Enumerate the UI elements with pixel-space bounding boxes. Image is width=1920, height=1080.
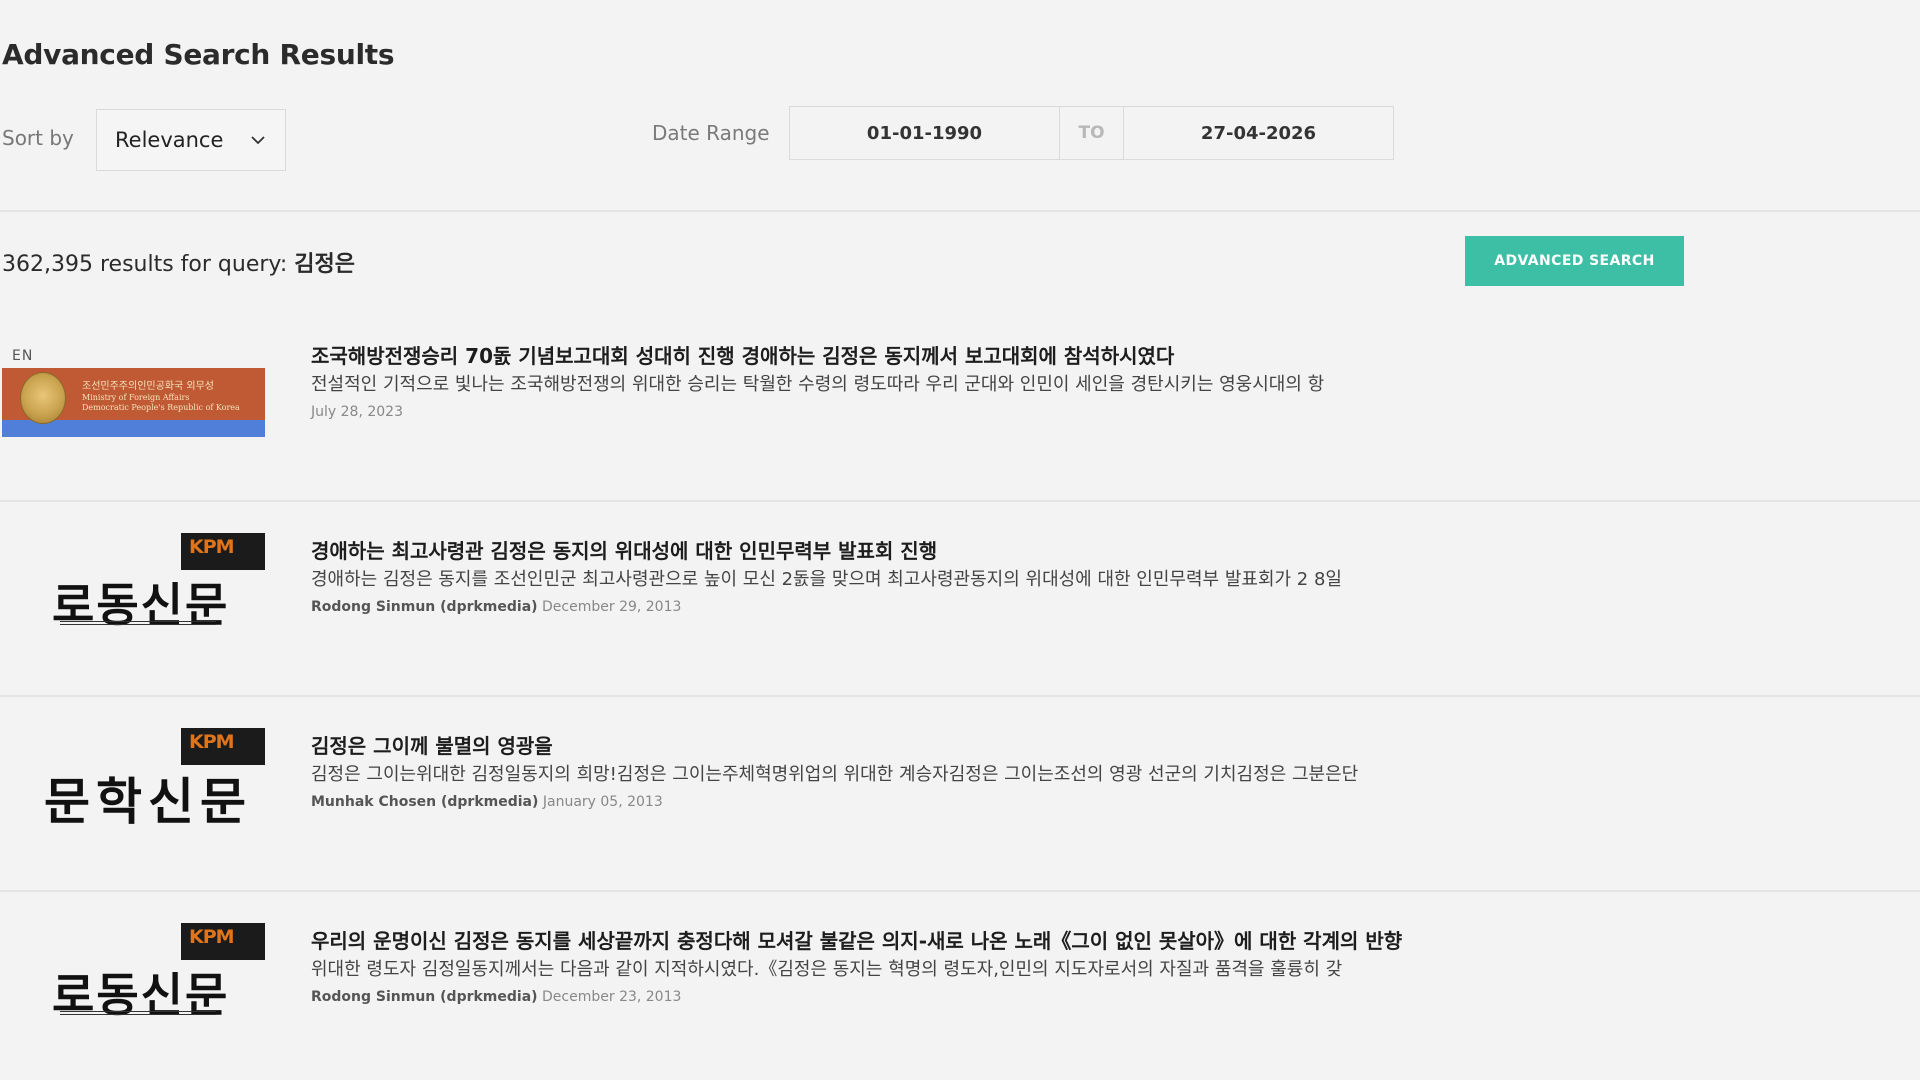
result-date: January 05, 2013 (542, 794, 663, 810)
thumbnail-text-ko: 조선민주주의인민공화국 외무성 (82, 381, 214, 392)
result-meta: July 28, 2023 (311, 404, 403, 420)
divider (0, 500, 1920, 502)
result-snippet: 김정은 그이는위대한 김정일동지의 희망!김정은 그이는주체혁명위업의 위대한 … (311, 764, 1359, 785)
divider (0, 890, 1920, 892)
kpm-badge: KPM (181, 728, 265, 765)
thumbnail-text-en-2: Democratic People's Republic of Korea (82, 403, 240, 412)
result-meta: Munhak Chosen (dprkmedia) January 05, 20… (311, 794, 663, 810)
result-title[interactable]: 경애하는 최고사령관 김정은 동지의 위대성에 대한 인민무력부 발표회 진행 (311, 535, 937, 564)
advanced-search-button[interactable]: ADVANCED SEARCH (1465, 236, 1684, 286)
result-thumbnail[interactable]: KPM 로동신문 (2, 923, 265, 1027)
kpm-badge: KPM (181, 923, 265, 960)
date-from-input[interactable]: 01-01-1990 (789, 106, 1060, 160)
date-to-input[interactable]: 27-04-2026 (1123, 106, 1394, 160)
masthead-rule (60, 1011, 216, 1015)
date-to-separator: TO (1059, 106, 1124, 160)
result-date: December 23, 2013 (542, 989, 682, 1005)
sort-label: Sort by (2, 126, 74, 150)
language-tag: EN (12, 348, 34, 364)
result-item: EN 조선민주주의인민공화국 외무성 Ministry of Foreign A… (0, 330, 1920, 525)
result-date: December 29, 2013 (542, 599, 682, 615)
result-source: Rodong Sinmun (dprkmedia) (311, 989, 538, 1005)
sort-select[interactable]: Relevance (96, 109, 286, 171)
result-meta: Rodong Sinmun (dprkmedia) December 29, 2… (311, 599, 681, 615)
result-thumbnail[interactable]: 조선민주주의인민공화국 외무성 Ministry of Foreign Affa… (2, 368, 265, 472)
kpm-badge-text: KPM (189, 731, 235, 753)
result-item: KR KPM 로동신문 우리의 운명이신 김정은 동지를 세상끝까지 충정다해 … (0, 915, 1920, 1080)
kpm-badge: KPM (181, 533, 265, 570)
kpm-badge-text: KPM (189, 536, 235, 558)
result-thumbnail[interactable]: KPM 로동신문 (2, 533, 265, 637)
date-range-label: Date Range (652, 121, 770, 145)
result-title[interactable]: 김정은 그이께 불멸의 영광을 (311, 730, 553, 759)
result-snippet: 전설적인 기적으로 빛나는 조국해방전쟁의 위대한 승리는 탁월한 수령의 령도… (311, 374, 1325, 395)
emblem-icon (20, 372, 66, 424)
query-text: 김정은 (294, 252, 355, 277)
results-count-text: 362,395 results for query: (2, 252, 288, 277)
newspaper-masthead: 로동신문 (52, 578, 230, 632)
result-item: KPM 문학신문 김정은 그이께 불멸의 영광을 김정은 그이는위대한 김정일동… (0, 720, 1920, 915)
divider (0, 210, 1920, 212)
newspaper-masthead: 문학신문 (44, 772, 252, 831)
newspaper-masthead: 로동신문 (52, 968, 230, 1022)
sort-select-value: Relevance (115, 128, 224, 152)
result-date: July 28, 2023 (311, 404, 403, 420)
result-snippet: 위대한 령도자 김정일동지께서는 다음과 같이 지적하시였다.《김정은 동지는 … (311, 959, 1343, 980)
results-count: 362,395 results for query: 김정은 (2, 246, 355, 278)
kpm-badge-text: KPM (189, 926, 235, 948)
result-thumbnail[interactable]: KPM 문학신문 (2, 728, 265, 832)
result-source: Rodong Sinmun (dprkmedia) (311, 599, 538, 615)
chevron-down-icon (249, 131, 267, 149)
thumbnail-text-en: Ministry of Foreign Affairs (82, 393, 190, 402)
result-title[interactable]: 우리의 운명이신 김정은 동지를 세상끝까지 충정다해 모셔갈 불같은 의지-새… (311, 925, 1402, 954)
result-item: KR KPM 로동신문 경애하는 최고사령관 김정은 동지의 위대성에 대한 인… (0, 525, 1920, 720)
result-source: Munhak Chosen (dprkmedia) (311, 794, 539, 810)
masthead-rule (60, 621, 216, 625)
result-title[interactable]: 조국해방전쟁승리 70돐 기념보고대회 성대히 진행 경애하는 김정은 동지께서… (311, 340, 1174, 369)
result-meta: Rodong Sinmun (dprkmedia) December 23, 2… (311, 989, 681, 1005)
page-title: Advanced Search Results (2, 38, 395, 71)
divider (0, 695, 1920, 697)
result-snippet: 경애하는 김정은 동지를 조선인민군 최고사령관으로 높이 모신 2돐을 맞으며… (311, 569, 1342, 590)
